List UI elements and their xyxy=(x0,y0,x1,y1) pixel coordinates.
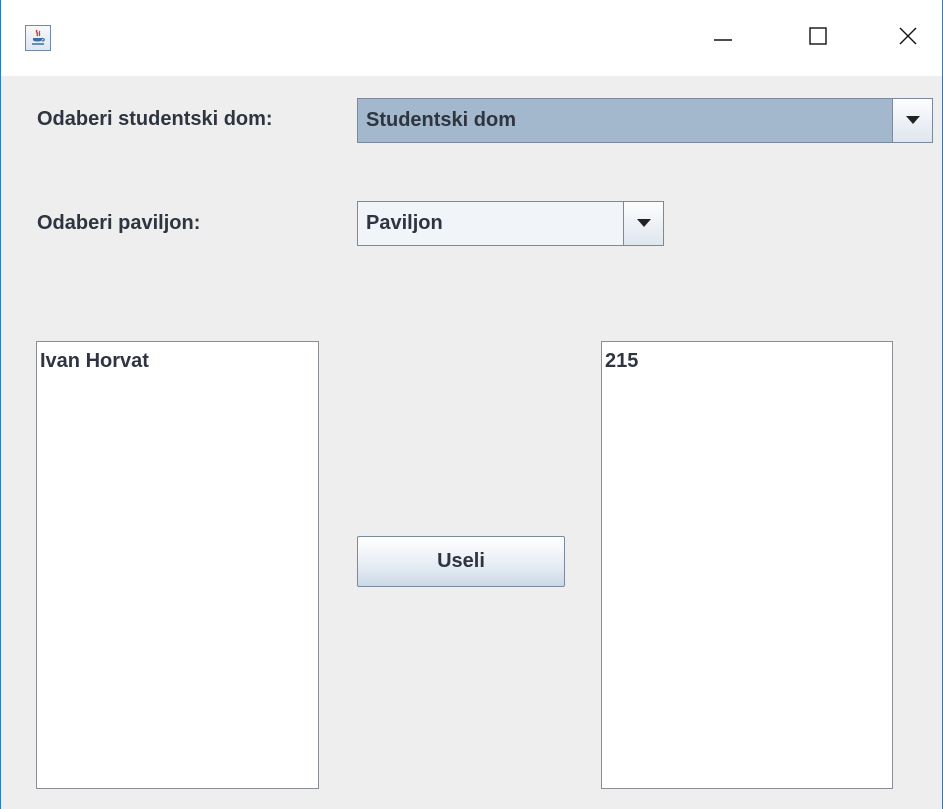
list-item[interactable]: Ivan Horvat xyxy=(37,342,318,373)
title-bar xyxy=(1,0,942,76)
close-button[interactable] xyxy=(888,16,928,60)
minimize-button[interactable] xyxy=(703,16,743,60)
maximize-icon xyxy=(808,26,828,51)
dorm-select-value: Studentski dom xyxy=(366,109,517,131)
dorm-label: Odaberi studentski dom: xyxy=(37,108,273,130)
maximize-button[interactable] xyxy=(798,16,838,60)
pavilion-select-value: Paviljon xyxy=(366,212,443,234)
minimize-icon xyxy=(713,26,733,51)
close-icon xyxy=(898,26,918,51)
list-item[interactable]: 215 xyxy=(602,342,892,373)
java-cup-icon[interactable] xyxy=(25,25,51,51)
rooms-list[interactable]: 215 xyxy=(601,341,893,789)
pavilion-label: Odaberi paviljon: xyxy=(37,212,201,234)
app-window: Odaberi studentski dom: Studentski dom O… xyxy=(0,0,943,809)
chevron-down-icon xyxy=(636,215,651,233)
dorm-select-dropdown-button[interactable] xyxy=(892,99,932,142)
pavilion-select-dropdown-button[interactable] xyxy=(623,202,663,245)
pavilion-select[interactable]: Paviljon xyxy=(357,201,664,246)
move-in-button[interactable]: Useli xyxy=(357,536,565,587)
chevron-down-icon xyxy=(905,112,920,130)
dorm-select[interactable]: Studentski dom xyxy=(357,98,933,143)
students-list[interactable]: Ivan Horvat xyxy=(36,341,319,789)
